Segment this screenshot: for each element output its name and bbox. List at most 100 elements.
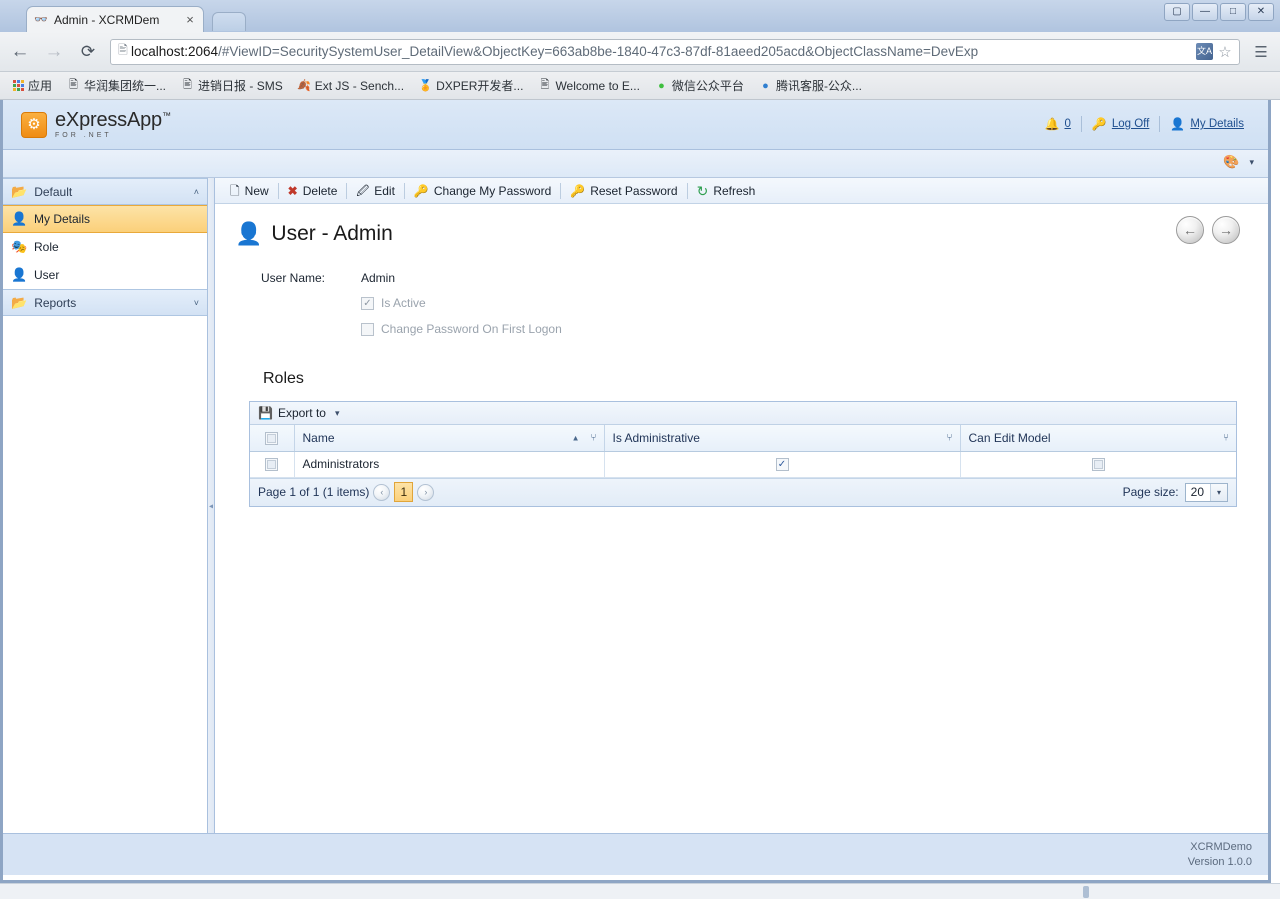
bookmark-item-1[interactable]: 🖹 华润集团统一...	[59, 75, 173, 97]
is-active-label: Is Active	[381, 296, 426, 310]
sidebar-splitter[interactable]: ◂	[208, 178, 215, 833]
scrollbar-thumb[interactable]	[1083, 886, 1089, 898]
detail-view: 👤 User - Admin ← → User Name: Admin ✓ Is…	[215, 204, 1268, 507]
collapse-arrow-icon[interactable]: ◂	[209, 501, 213, 510]
sidebar-item-role[interactable]: 🎭 Role	[3, 233, 207, 261]
grid-toolbar: 💾 Export to ▾	[250, 402, 1236, 425]
is-administrative-checkbox[interactable]: ✓	[775, 458, 789, 472]
address-bar[interactable]: 🖹 localhost:2064/#ViewID=SecuritySystemU…	[110, 38, 1240, 65]
bookmark-item-5[interactable]: 🖹 Welcome to E...	[530, 75, 646, 97]
horizontal-scrollbar[interactable]	[0, 883, 1280, 899]
close-button[interactable]: ✕	[1248, 3, 1274, 21]
window-controls: ▢ — □ ✕	[1164, 3, 1274, 21]
delete-button-label: Delete	[302, 183, 338, 198]
delete-button[interactable]: ✖ Delete	[281, 181, 345, 201]
bookmark-star-icon[interactable]: ☆	[1215, 43, 1235, 61]
page-icon: 🖹	[69, 79, 78, 91]
bookmark-item-7[interactable]: ● 腾讯客服-公众...	[751, 75, 869, 97]
toolbar-divider	[403, 182, 405, 199]
reload-button[interactable]: ⟳	[74, 38, 102, 66]
export-to-button[interactable]: 💾 Export to ▾	[258, 406, 340, 420]
chevron-down-icon[interactable]: ▾	[1210, 483, 1227, 501]
back-button[interactable]: ←	[6, 38, 34, 66]
chevron-down-icon[interactable]: ▾	[1249, 157, 1254, 168]
url-path: /#ViewID=SecuritySystemUser_DetailView&O…	[218, 43, 979, 59]
chevron-down-icon[interactable]: ▾	[335, 408, 340, 419]
sidebar-group-reports[interactable]: 📂 Reports ˅	[3, 289, 207, 316]
page-size-select[interactable]: 20 ▾	[1184, 482, 1228, 502]
translate-icon[interactable]: 文A	[1196, 43, 1213, 60]
chevron-up-icon[interactable]: ˄	[194, 187, 199, 197]
change-password-first-logon-checkbox[interactable]	[361, 322, 374, 336]
next-record-button[interactable]: →	[1212, 216, 1240, 244]
row-select-cell[interactable]	[250, 451, 295, 478]
next-page-button[interactable]: ›	[417, 483, 435, 501]
maximize-button[interactable]: □	[1220, 3, 1246, 21]
new-button[interactable]: 🗋 New	[223, 181, 276, 201]
forward-button[interactable]: →	[40, 38, 68, 66]
select-all-header[interactable]	[250, 425, 295, 452]
bookmark-item-2[interactable]: 🖹 进销日报 - SMS	[173, 75, 290, 97]
bookmark-item-3[interactable]: 🍂 Ext JS - Sench...	[290, 75, 411, 97]
toolbar-divider	[346, 182, 348, 199]
refresh-button[interactable]: ↻ Refresh	[690, 181, 763, 201]
app-body: 📂 Default ˄ 👤 My Details 🎭 Role 👤 User 📂…	[3, 178, 1268, 833]
minimize-button[interactable]: —	[1192, 3, 1218, 21]
browser-menu-icon[interactable]: ☰	[1248, 43, 1274, 61]
column-header-name[interactable]: Name ▲ ⑂	[294, 425, 605, 452]
user-key-icon: 👤	[11, 267, 28, 282]
theme-chooser[interactable]: 🎨 ▾	[1223, 154, 1254, 170]
sidebar-group-default[interactable]: 📂 Default ˄	[3, 178, 207, 205]
bookmark-item-4[interactable]: 🏅 DXPER开发者...	[411, 75, 530, 97]
bell-icon: 🔔	[1044, 117, 1060, 131]
is-active-checkbox[interactable]: ✓	[361, 296, 374, 310]
select-all-checkbox[interactable]	[265, 431, 279, 445]
edit-button[interactable]: 🖉 Edit	[349, 181, 401, 201]
page-number-1[interactable]: 1	[394, 482, 414, 502]
row-select-checkbox[interactable]	[265, 458, 279, 472]
log-off-label[interactable]: Log Off	[1112, 118, 1150, 130]
app-logo-text: eXpressApp™ FOR .NET	[55, 110, 171, 139]
field-is-active[interactable]: ✓ Is Active	[261, 290, 1248, 316]
sidebar-item-label: User	[34, 268, 60, 282]
notifications-link[interactable]: 🔔 0	[1035, 118, 1081, 130]
key-icon: 🔑	[1091, 117, 1107, 131]
previous-record-button[interactable]: ←	[1176, 216, 1204, 244]
user-switch-button[interactable]: ▢	[1164, 3, 1190, 21]
previous-page-button[interactable]: ‹	[373, 483, 391, 501]
new-tab-button[interactable]	[212, 12, 246, 31]
reset-password-label: Reset Password	[590, 183, 678, 198]
bookmark-label: Ext JS - Sench...	[314, 78, 405, 93]
table-row[interactable]: Administrators ✓	[250, 451, 1236, 478]
column-header-can-edit-model[interactable]: Can Edit Model ⑂	[960, 425, 1236, 452]
bookmark-item-6[interactable]: ● 微信公众平台	[647, 75, 751, 97]
log-off-link[interactable]: 🔑 Log Off	[1082, 118, 1159, 130]
page-title: User - Admin	[271, 222, 393, 245]
bookmark-item-apps[interactable]: 应用	[6, 75, 59, 97]
sidebar-item-label: My Details	[34, 212, 91, 226]
field-list: User Name: Admin ✓ Is Active Change Pass…	[235, 266, 1248, 342]
close-icon[interactable]: ×	[183, 13, 197, 27]
pager-summary: Page 1 of 1 (1 items)	[258, 485, 370, 499]
column-header-label: Can Edit Model	[968, 430, 1051, 445]
sidebar-item-user[interactable]: 👤 User	[3, 261, 207, 289]
reset-password-button[interactable]: 🔑 Reset Password	[563, 181, 684, 201]
url-host: localhost:2064	[131, 43, 219, 59]
chevron-down-icon[interactable]: ˅	[194, 298, 199, 308]
my-details-label[interactable]: My Details	[1190, 118, 1244, 130]
column-header-is-administrative[interactable]: Is Administrative ⑂	[604, 425, 961, 452]
app-logo: ⚙ eXpressApp™ FOR .NET	[21, 110, 171, 139]
notifications-count[interactable]: 0	[1064, 118, 1070, 130]
my-details-link[interactable]: 👤 My Details	[1160, 118, 1254, 130]
bookmarks-bar: 应用 🖹 华润集团统一... 🖹 进销日报 - SMS 🍂 Ext JS - S…	[0, 72, 1280, 100]
change-my-password-button[interactable]: 🔑 Change My Password	[407, 181, 558, 201]
sidebar-item-my-details[interactable]: 👤 My Details	[3, 205, 207, 233]
filter-icon[interactable]: ⑂	[591, 432, 597, 443]
filter-icon[interactable]: ⑂	[947, 432, 953, 443]
sort-ascending-icon[interactable]: ▲	[572, 433, 580, 442]
can-edit-model-checkbox[interactable]	[1091, 458, 1105, 472]
browser-tab[interactable]: 👓 Admin - XCRMDem ×	[26, 6, 204, 32]
user-key-icon: 👤	[235, 221, 263, 246]
field-change-password-on-first-logon[interactable]: Change Password On First Logon	[261, 316, 1248, 342]
filter-icon[interactable]: ⑂	[1223, 432, 1229, 443]
